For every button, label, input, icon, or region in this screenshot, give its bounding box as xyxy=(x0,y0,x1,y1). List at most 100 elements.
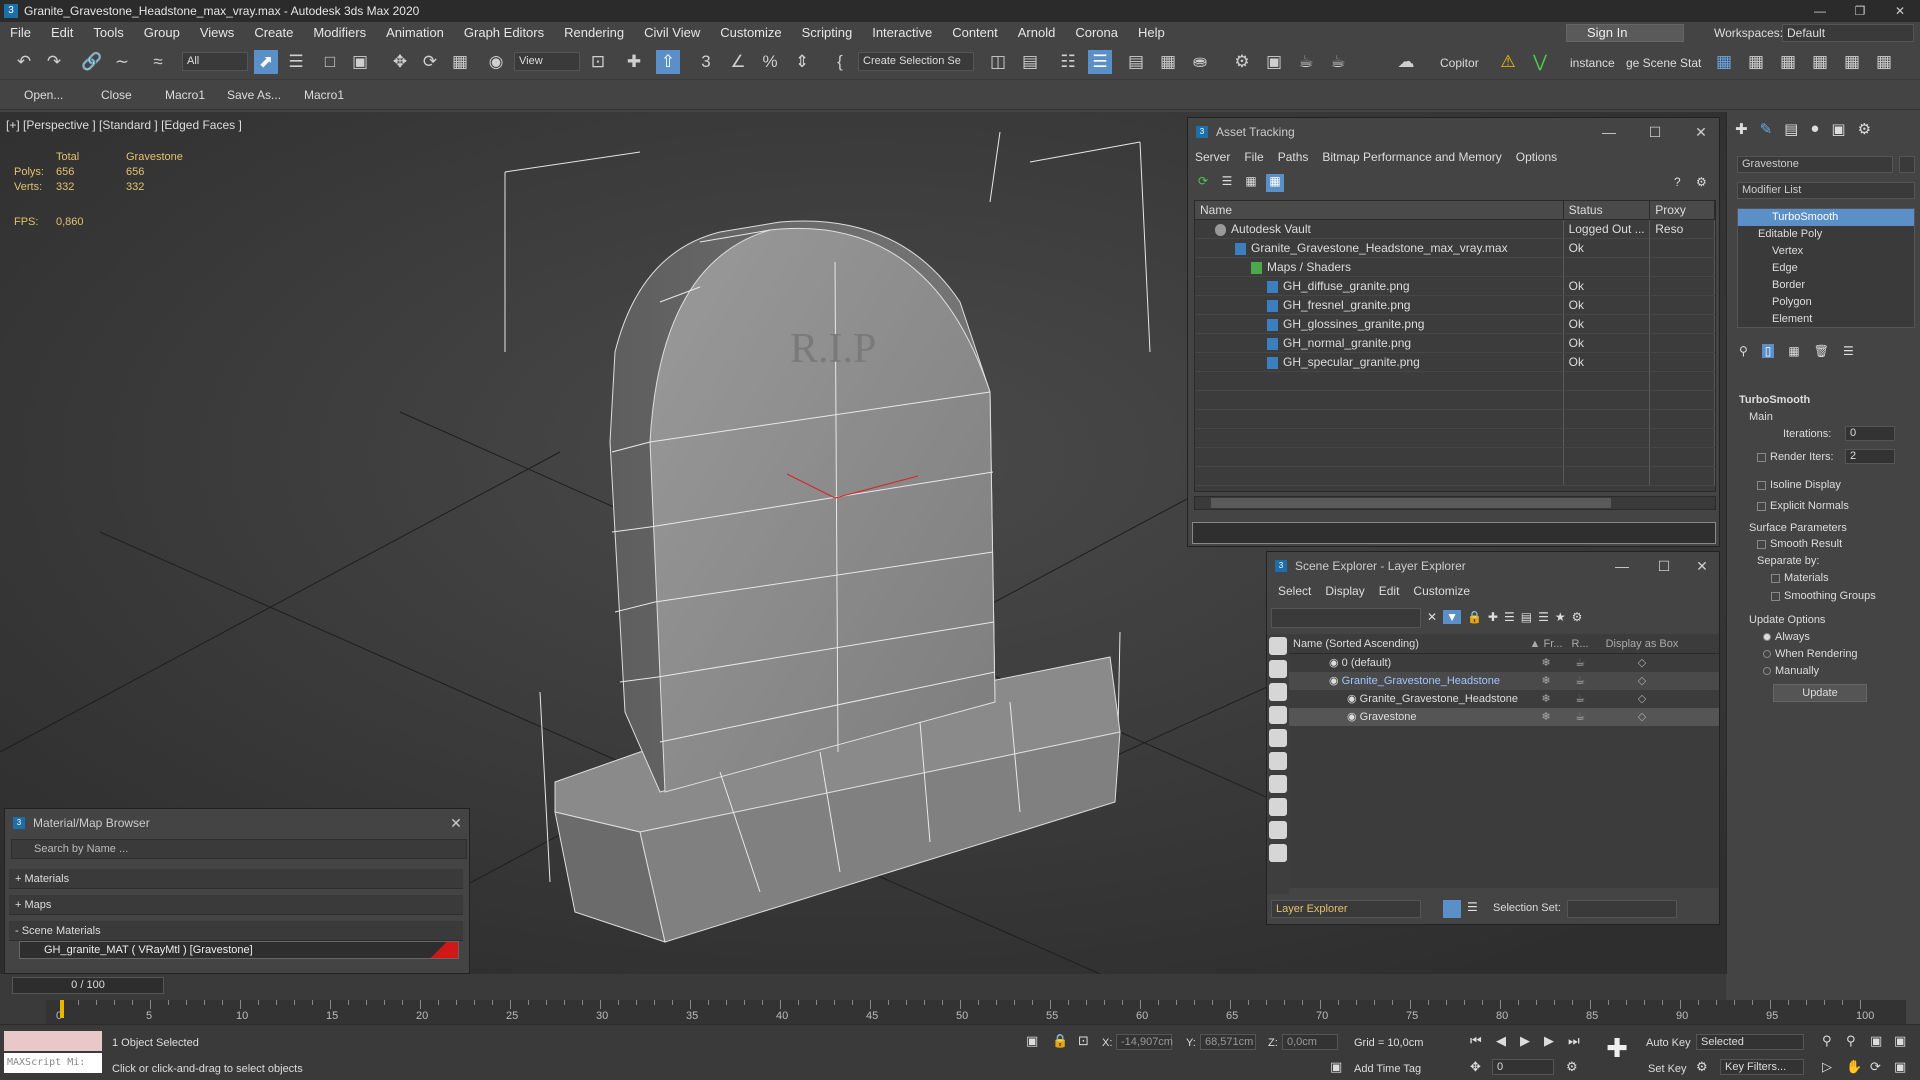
filter-bones-icon[interactable] xyxy=(1269,821,1287,839)
chevron-down-icon[interactable]: ⋁ xyxy=(1528,50,1552,74)
layout-add-icon[interactable]: ▦ xyxy=(1808,50,1832,74)
asset-row[interactable]: GH_normal_granite.png Ok xyxy=(1195,334,1715,353)
stack-turbosmooth[interactable]: TurboSmooth xyxy=(1738,209,1914,226)
render-setup-icon[interactable]: ⚙ xyxy=(1230,50,1254,74)
rendered-frame-window-icon[interactable]: ▣ xyxy=(1262,50,1286,74)
scene-search-input[interactable] xyxy=(1271,608,1421,628)
manually-radio[interactable]: Manually xyxy=(1763,665,1819,677)
stack-editable-poly[interactable]: Editable Poly xyxy=(1738,226,1914,243)
menu-group[interactable]: Group xyxy=(134,22,190,44)
stack-element[interactable]: Element xyxy=(1738,311,1914,328)
minimize-icon[interactable]: — xyxy=(1594,122,1624,142)
go-to-start-icon[interactable]: ⏮ xyxy=(1470,1033,1482,1049)
refresh-icon[interactable]: ⟳ xyxy=(1194,174,1212,192)
filter-groups-icon[interactable] xyxy=(1269,775,1287,793)
link-icon[interactable]: 🔗 xyxy=(80,50,104,74)
select-by-name-icon[interactable]: ☰ xyxy=(284,50,308,74)
col-name[interactable]: Name xyxy=(1195,201,1564,219)
spinner-snap-icon[interactable]: ⇕ xyxy=(790,50,814,74)
object-name-input[interactable]: Gravestone xyxy=(1737,156,1893,173)
layout-grid-icon[interactable]: ▦ xyxy=(1712,50,1736,74)
visibility-eye-icon[interactable]: ◉ xyxy=(1347,693,1360,705)
material-search-input[interactable]: Search by Name ... xyxy=(11,839,467,859)
asset-row[interactable]: Granite_Gravestone_Headstone_max_vray.ma… xyxy=(1195,239,1715,258)
at-menu-options[interactable]: Options xyxy=(1509,150,1564,164)
menu-file[interactable]: File xyxy=(0,22,41,44)
col-status[interactable]: Status xyxy=(1564,201,1651,219)
key-filters-button[interactable]: Key Filters... xyxy=(1720,1059,1804,1075)
render-iters-spinner[interactable]: 2 xyxy=(1845,449,1895,464)
at-menu-server[interactable]: Server xyxy=(1188,150,1237,164)
asset-row[interactable]: GH_glossines_granite.png Ok xyxy=(1195,315,1715,334)
visibility-eye-icon[interactable]: ◉ xyxy=(1347,711,1360,723)
stack-polygon[interactable]: Polygon xyxy=(1738,294,1914,311)
update-button[interactable]: Update xyxy=(1773,684,1867,702)
menu-corona[interactable]: Corona xyxy=(1065,22,1128,44)
filter-helpers-icon[interactable] xyxy=(1269,729,1287,747)
mirror-icon[interactable]: ◫ xyxy=(986,50,1010,74)
col-name-sorted[interactable]: Name (Sorted Ascending) xyxy=(1289,634,1529,653)
curve-editor-icon[interactable]: ▤ xyxy=(1124,50,1148,74)
selection-set-select[interactable] xyxy=(1567,900,1677,918)
add-to-layer-icon[interactable]: ☰ xyxy=(1504,610,1515,624)
warning-icon[interactable]: ⚠ xyxy=(1496,50,1520,74)
maximize-icon[interactable]: ☐ xyxy=(1649,556,1679,576)
absolute-mode-icon[interactable]: ⊡ xyxy=(1078,1033,1089,1049)
rect-selection-icon[interactable]: □ xyxy=(318,50,342,74)
material-editor-icon[interactable]: ⛂ xyxy=(1188,50,1212,74)
key-mode-select[interactable]: Selected xyxy=(1696,1034,1804,1050)
minimize-icon[interactable]: — xyxy=(1800,0,1840,22)
unlink-icon[interactable]: ∼ xyxy=(110,50,134,74)
object-color-swatch[interactable] xyxy=(1899,156,1915,173)
sort-icon[interactable]: ☰ xyxy=(1467,900,1478,914)
time-tag-icon[interactable]: ▣ xyxy=(1330,1059,1342,1075)
freeze-icon[interactable]: ❄ xyxy=(1529,654,1563,672)
track-bar[interactable]: 0510152025303540455055606570758085909510… xyxy=(46,1000,1906,1024)
materials-section[interactable]: + Materials xyxy=(9,869,463,889)
render-production-icon[interactable]: ☕ xyxy=(1294,50,1318,74)
asset-row[interactable]: Autodesk Vault Logged Out ... xyxy=(1195,220,1715,239)
freeze-icon[interactable]: ❄ xyxy=(1529,708,1563,726)
select-object-icon[interactable]: ⬈ xyxy=(254,50,278,74)
se-menu-display[interactable]: Display xyxy=(1318,584,1371,598)
scale-icon[interactable]: ▦ xyxy=(448,50,472,74)
minimize-icon[interactable]: — xyxy=(1607,556,1637,576)
scene-materials-section[interactable]: - Scene Materials xyxy=(9,921,463,941)
modify-tab-icon[interactable]: ✎ xyxy=(1760,120,1773,138)
schematic-view-icon[interactable]: ▦ xyxy=(1156,50,1180,74)
close-icon[interactable]: ✕ xyxy=(1686,122,1716,142)
asset-row[interactable]: GH_specular_granite.png Ok xyxy=(1195,353,1715,372)
menu-animation[interactable]: Animation xyxy=(376,22,454,44)
at-menu-paths[interactable]: Paths xyxy=(1271,150,1316,164)
thumbnail-view-icon[interactable]: ▦ xyxy=(1242,174,1260,192)
configure-sets-icon[interactable]: ☰ xyxy=(1843,344,1854,358)
auto-key-button[interactable]: Auto Key xyxy=(1646,1037,1691,1049)
hierarchy-tab-icon[interactable]: ▤ xyxy=(1784,120,1798,138)
close-icon[interactable]: ✕ xyxy=(1880,0,1920,22)
at-menu-bitmap[interactable]: Bitmap Performance and Memory xyxy=(1315,150,1508,164)
macro-open-button[interactable]: Open... xyxy=(24,88,63,102)
stack-edge[interactable]: Edge xyxy=(1738,260,1914,277)
filter-spacewarps-icon[interactable] xyxy=(1269,752,1287,770)
display-as-box-icon[interactable]: ◇ xyxy=(1597,708,1687,726)
pivot-center-icon[interactable]: ⊡ xyxy=(586,50,610,74)
col-freeze[interactable]: ▲ Fr... xyxy=(1529,634,1563,653)
sign-in-button[interactable]: Sign In xyxy=(1566,24,1684,42)
instance-label[interactable]: instance xyxy=(1570,56,1615,70)
turbosmooth-rollout[interactable]: TurboSmooth xyxy=(1739,394,1810,406)
field-of-view-icon[interactable]: ▷ xyxy=(1822,1059,1832,1075)
current-frame-field[interactable]: 0 xyxy=(1492,1059,1554,1075)
make-unique-icon[interactable]: ▦ xyxy=(1788,344,1799,358)
key-mode-icon[interactable]: ✥ xyxy=(1470,1059,1481,1075)
layer-mode-icon[interactable] xyxy=(1443,900,1461,918)
display-as-box-icon[interactable]: ◇ xyxy=(1597,654,1687,672)
menu-arnold[interactable]: Arnold xyxy=(1008,22,1066,44)
object-row[interactable]: ◉ Granite_Gravestone_Headstone ❄ ☕ ◇ xyxy=(1289,690,1719,708)
isolate-selection-icon[interactable]: ▣ xyxy=(1026,1033,1038,1049)
bind-space-warp-icon[interactable]: ≈ xyxy=(146,50,170,74)
redo-icon[interactable]: ↷ xyxy=(42,50,66,74)
new-layer-icon[interactable]: ✚ xyxy=(1488,610,1498,624)
menu-modifiers[interactable]: Modifiers xyxy=(303,22,376,44)
freeze-icon[interactable]: ❄ xyxy=(1529,690,1563,708)
menu-graph-editors[interactable]: Graph Editors xyxy=(454,22,554,44)
